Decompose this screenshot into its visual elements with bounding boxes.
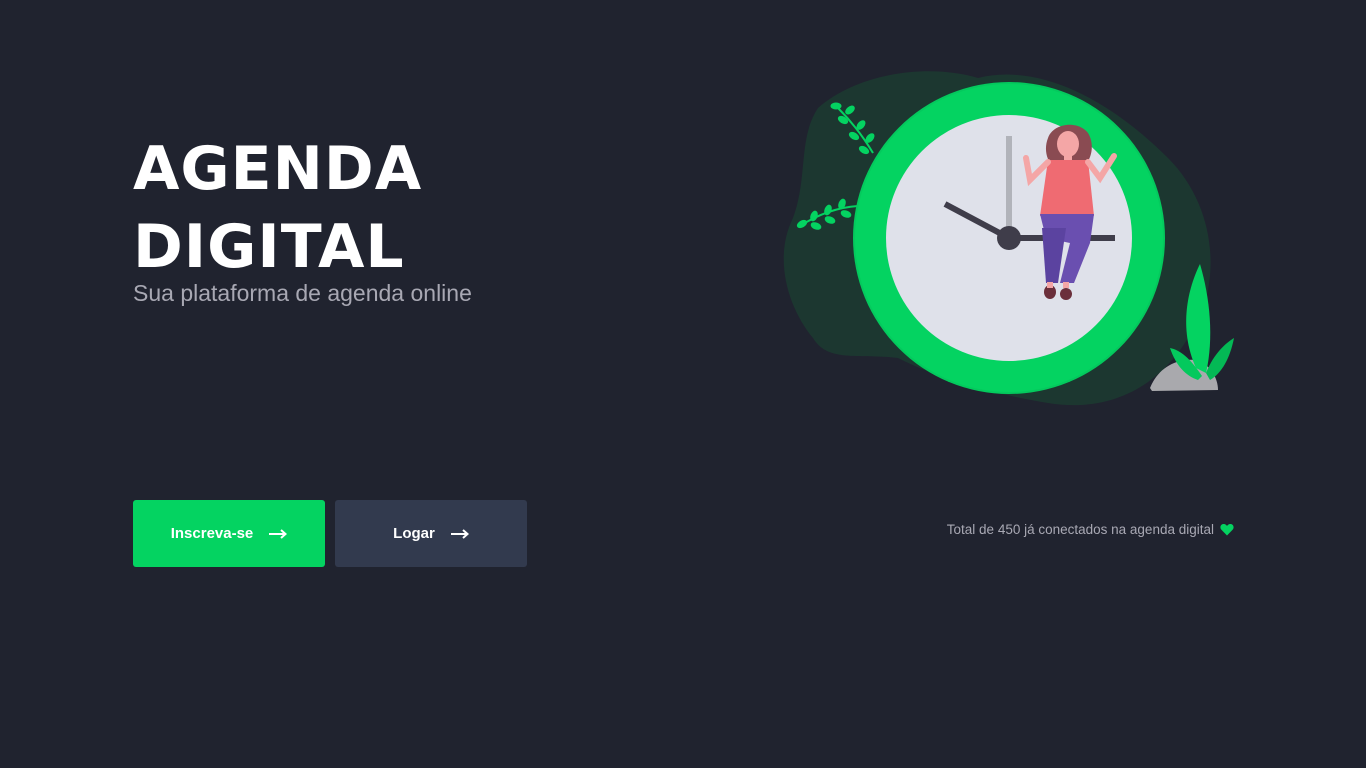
page-title-line-2: DIGITAL (133, 212, 405, 282)
heart-icon (1220, 523, 1234, 536)
login-button[interactable]: Logar (335, 500, 527, 567)
clock-center (997, 226, 1021, 250)
page-subtitle: Sua plataforma de agenda online (133, 280, 472, 306)
arrow-right-icon (450, 528, 469, 539)
arrow-right-icon (269, 528, 288, 539)
login-button-label: Logar (393, 525, 435, 542)
page-title-line-1: AGENDA (133, 134, 423, 204)
signup-button[interactable]: Inscreva-se (133, 500, 325, 567)
connected-users-text: Total de 450 já conectados na agenda dig… (946, 522, 1214, 537)
clock-woman-illustration (783, 71, 1234, 406)
landing-page: AGENDA DIGITAL Sua plataforma de agenda … (0, 0, 1366, 768)
signup-button-label: Inscreva-se (170, 525, 254, 542)
connected-users-note: Total de 450 já conectados na agenda dig… (947, 522, 1234, 537)
page-title: AGENDA DIGITAL (133, 130, 553, 286)
